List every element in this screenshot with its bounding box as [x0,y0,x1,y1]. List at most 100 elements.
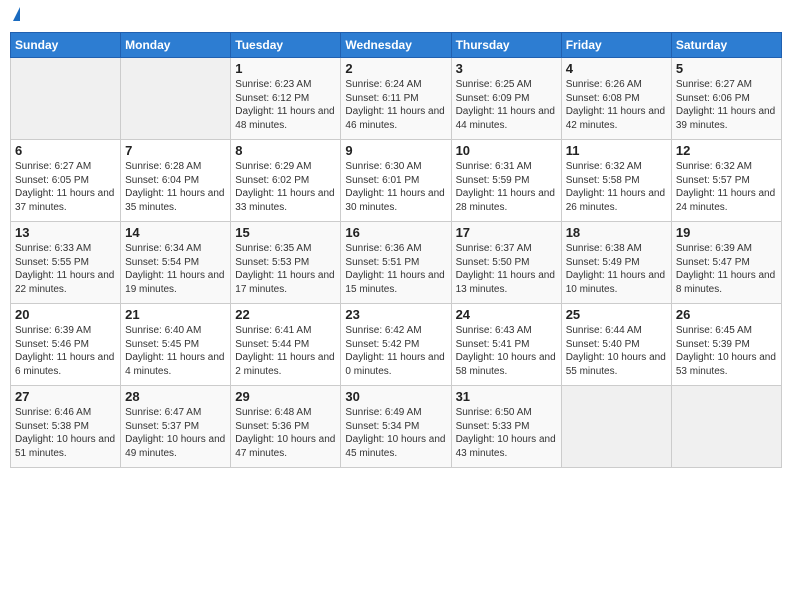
calendar-cell: 16Sunrise: 6:36 AM Sunset: 5:51 PM Dayli… [341,222,451,304]
calendar-cell: 21Sunrise: 6:40 AM Sunset: 5:45 PM Dayli… [121,304,231,386]
day-number: 20 [15,307,116,322]
day-info: Sunrise: 6:48 AM Sunset: 5:36 PM Dayligh… [235,406,336,460]
day-info: Sunrise: 6:31 AM Sunset: 5:59 PM Dayligh… [456,160,557,214]
calendar-cell: 29 Sunrise: 6:48 AM Sunset: 5:36 PM Dayli… [231,386,341,468]
calendar-cell: 31 Sunrise: 6:50 AM Sunset: 5:33 PM Dayli… [451,386,561,468]
calendar-cell: 8 Sunrise: 6:29 AM Sunset: 6:02 PM Daylig… [231,140,341,222]
day-number: 26 [676,307,777,322]
logo-triangle-icon [13,7,20,21]
day-number: 25 [566,307,667,322]
day-number: 28 [125,389,226,404]
day-number: 18 [566,225,667,240]
day-number: 13 [15,225,116,240]
day-number: 1 [235,61,336,76]
day-info: Sunrise: 6:24 AM Sunset: 6:11 PM Dayligh… [345,78,446,132]
calendar-cell: 18 Sunrise: 6:38 AM Sunset: 5:49 PM Dayli… [561,222,671,304]
day-number: 7 [125,143,226,158]
calendar-week-2: 6 Sunrise: 6:27 AM Sunset: 6:05 PM Daylig… [11,140,782,222]
calendar-cell: 1 Sunrise: 6:23 AM Sunset: 6:12 PM Daylig… [231,58,341,140]
day-number: 12 [676,143,777,158]
calendar-cell: 12 Sunrise: 6:32 AM Sunset: 5:57 PM Dayli… [671,140,781,222]
day-info: Sunrise: 6:32 AM Sunset: 5:57 PM Dayligh… [676,160,777,214]
day-number: 9 [345,143,446,158]
day-number: 19 [676,225,777,240]
day-number: 14 [125,225,226,240]
weekday-header-thursday: Thursday [451,33,561,58]
calendar-cell: 14 Sunrise: 6:34 AM Sunset: 5:54 PM Dayli… [121,222,231,304]
day-number: 6 [15,143,116,158]
weekday-header-friday: Friday [561,33,671,58]
calendar-cell: 25 Sunrise: 6:44 AM Sunset: 5:40 PM Dayli… [561,304,671,386]
day-info: Sunrise: 6:45 AM Sunset: 5:39 PM Dayligh… [676,324,777,378]
calendar-cell: 28 Sunrise: 6:47 AM Sunset: 5:37 PM Dayli… [121,386,231,468]
calendar-cell: 24 Sunrise: 6:43 AM Sunset: 5:41 PM Dayli… [451,304,561,386]
calendar-cell: 2 Sunrise: 6:24 AM Sunset: 6:11 PM Daylig… [341,58,451,140]
calendar-cell: 23Sunrise: 6:42 AM Sunset: 5:42 PM Dayli… [341,304,451,386]
day-info: Sunrise: 6:49 AM Sunset: 5:34 PM Dayligh… [345,406,446,460]
day-info: Sunrise: 6:36 AM Sunset: 5:51 PM Dayligh… [345,242,446,296]
day-number: 5 [676,61,777,76]
calendar-cell: 26 Sunrise: 6:45 AM Sunset: 5:39 PM Dayli… [671,304,781,386]
calendar-cell: 6 Sunrise: 6:27 AM Sunset: 6:05 PM Daylig… [11,140,121,222]
day-number: 8 [235,143,336,158]
day-number: 3 [456,61,557,76]
calendar-week-4: 20Sunrise: 6:39 AM Sunset: 5:46 PM Dayli… [11,304,782,386]
day-info: Sunrise: 6:47 AM Sunset: 5:37 PM Dayligh… [125,406,226,460]
day-number: 15 [235,225,336,240]
day-info: Sunrise: 6:50 AM Sunset: 5:33 PM Dayligh… [456,406,557,460]
calendar-cell: 27 Sunrise: 6:46 AM Sunset: 5:38 PM Dayli… [11,386,121,468]
weekday-header-row: SundayMondayTuesdayWednesdayThursdayFrid… [11,33,782,58]
weekday-header-tuesday: Tuesday [231,33,341,58]
weekday-header-sunday: Sunday [11,33,121,58]
day-info: Sunrise: 6:35 AM Sunset: 5:53 PM Dayligh… [235,242,336,296]
weekday-header-saturday: Saturday [671,33,781,58]
day-info: Sunrise: 6:43 AM Sunset: 5:41 PM Dayligh… [456,324,557,378]
day-number: 29 [235,389,336,404]
day-info: Sunrise: 6:33 AM Sunset: 5:55 PM Dayligh… [15,242,116,296]
day-number: 2 [345,61,446,76]
day-number: 27 [15,389,116,404]
calendar-cell: 4Sunrise: 6:26 AM Sunset: 6:08 PM Daylig… [561,58,671,140]
day-info: Sunrise: 6:27 AM Sunset: 6:06 PM Dayligh… [676,78,777,132]
calendar-cell: 22 Sunrise: 6:41 AM Sunset: 5:44 PM Dayli… [231,304,341,386]
day-info: Sunrise: 6:27 AM Sunset: 6:05 PM Dayligh… [15,160,116,214]
day-info: Sunrise: 6:46 AM Sunset: 5:38 PM Dayligh… [15,406,116,460]
logo [10,10,20,24]
calendar-cell: 19 Sunrise: 6:39 AM Sunset: 5:47 PM Dayli… [671,222,781,304]
day-info: Sunrise: 6:44 AM Sunset: 5:40 PM Dayligh… [566,324,667,378]
day-number: 30 [345,389,446,404]
day-info: Sunrise: 6:32 AM Sunset: 5:58 PM Dayligh… [566,160,667,214]
day-info: Sunrise: 6:29 AM Sunset: 6:02 PM Dayligh… [235,160,336,214]
day-number: 24 [456,307,557,322]
day-info: Sunrise: 6:28 AM Sunset: 6:04 PM Dayligh… [125,160,226,214]
day-info: Sunrise: 6:26 AM Sunset: 6:08 PM Dayligh… [566,78,667,132]
calendar-cell [11,58,121,140]
calendar-cell [121,58,231,140]
calendar-week-5: 27 Sunrise: 6:46 AM Sunset: 5:38 PM Dayli… [11,386,782,468]
day-info: Sunrise: 6:42 AM Sunset: 5:42 PM Dayligh… [345,324,446,378]
day-info: Sunrise: 6:30 AM Sunset: 6:01 PM Dayligh… [345,160,446,214]
calendar-cell: 15 Sunrise: 6:35 AM Sunset: 5:53 PM Dayli… [231,222,341,304]
day-info: Sunrise: 6:38 AM Sunset: 5:49 PM Dayligh… [566,242,667,296]
calendar-cell: 11 Sunrise: 6:32 AM Sunset: 5:58 PM Dayli… [561,140,671,222]
calendar-cell: 5 Sunrise: 6:27 AM Sunset: 6:06 PM Daylig… [671,58,781,140]
calendar-cell: 10 Sunrise: 6:31 AM Sunset: 5:59 PM Dayli… [451,140,561,222]
day-info: Sunrise: 6:41 AM Sunset: 5:44 PM Dayligh… [235,324,336,378]
day-number: 11 [566,143,667,158]
calendar-cell [561,386,671,468]
day-number: 10 [456,143,557,158]
calendar-cell: 3 Sunrise: 6:25 AM Sunset: 6:09 PM Daylig… [451,58,561,140]
day-number: 31 [456,389,557,404]
calendar-cell: 9 Sunrise: 6:30 AM Sunset: 6:01 PM Daylig… [341,140,451,222]
calendar-table: SundayMondayTuesdayWednesdayThursdayFrid… [10,32,782,468]
day-info: Sunrise: 6:40 AM Sunset: 5:45 PM Dayligh… [125,324,226,378]
day-info: Sunrise: 6:23 AM Sunset: 6:12 PM Dayligh… [235,78,336,132]
day-number: 22 [235,307,336,322]
day-info: Sunrise: 6:25 AM Sunset: 6:09 PM Dayligh… [456,78,557,132]
calendar-week-1: 1 Sunrise: 6:23 AM Sunset: 6:12 PM Daylig… [11,58,782,140]
day-info: Sunrise: 6:34 AM Sunset: 5:54 PM Dayligh… [125,242,226,296]
weekday-header-monday: Monday [121,33,231,58]
page: SundayMondayTuesdayWednesdayThursdayFrid… [0,0,792,612]
calendar-cell: 17Sunrise: 6:37 AM Sunset: 5:50 PM Dayli… [451,222,561,304]
day-info: Sunrise: 6:39 AM Sunset: 5:47 PM Dayligh… [676,242,777,296]
